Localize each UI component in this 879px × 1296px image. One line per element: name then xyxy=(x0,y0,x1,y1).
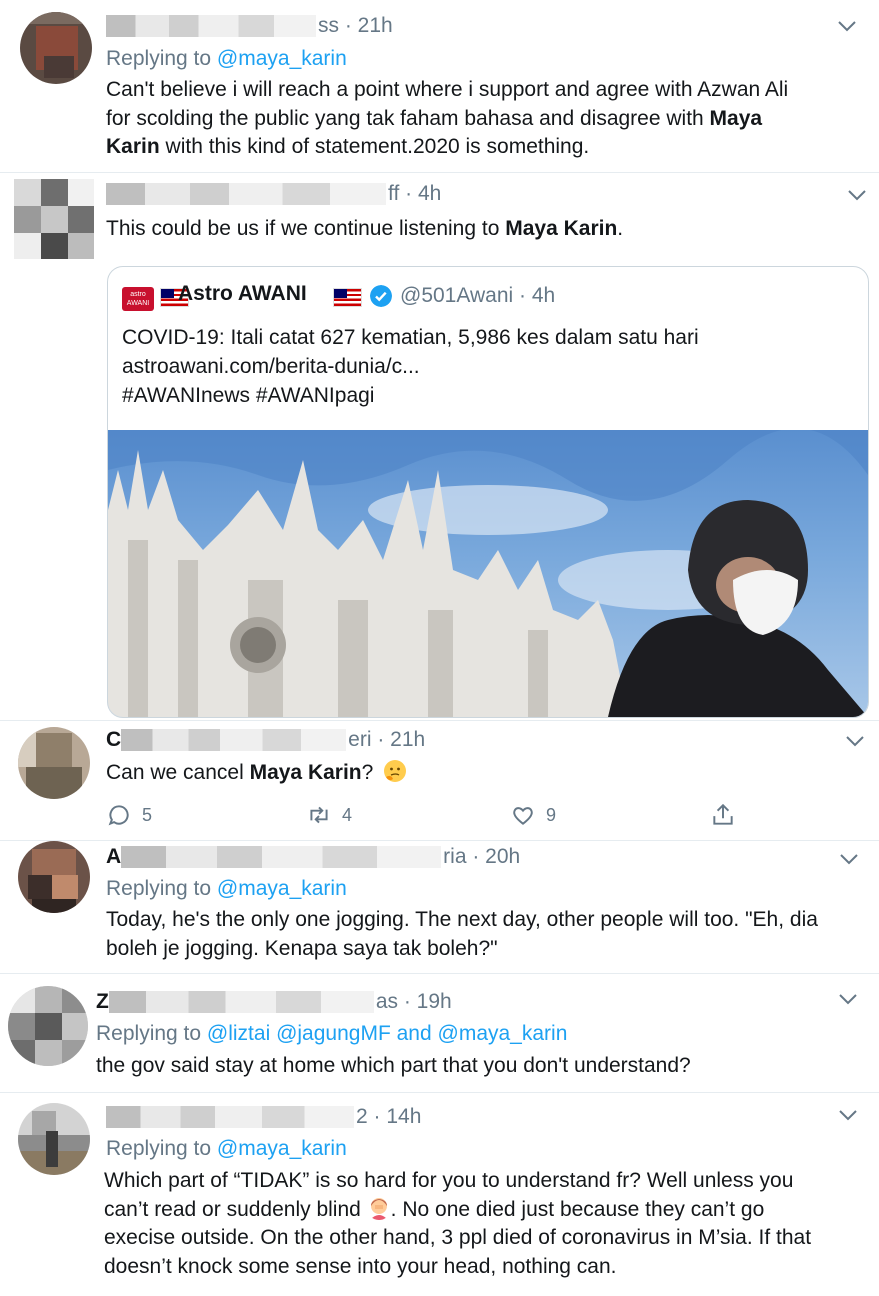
and-more-link[interactable]: and xyxy=(397,1022,432,1045)
mention-link[interactable]: @liztai xyxy=(207,1022,270,1045)
author-line: Zas · 19h xyxy=(96,990,452,1014)
mention-link[interactable]: @maya_karin xyxy=(217,47,347,70)
avatar[interactable] xyxy=(18,841,90,913)
like-button[interactable]: 9 xyxy=(510,800,556,830)
author-line: Ceri · 21h xyxy=(106,728,426,752)
chevron-down-icon[interactable] xyxy=(836,1103,860,1127)
avatar[interactable] xyxy=(18,727,90,799)
tweet-6[interactable]: 2 · 14h Replying to @maya_karin Which pa… xyxy=(0,1093,879,1296)
replying-to: Replying to @maya_karin xyxy=(106,47,347,70)
mention-link[interactable]: @maya_karin xyxy=(438,1022,568,1045)
verified-badge-icon xyxy=(370,285,392,307)
cathedral-masked-man-image xyxy=(108,430,868,717)
reply-icon xyxy=(108,805,129,826)
mention-link[interactable]: @maya_karin xyxy=(217,1137,347,1160)
quoted-link[interactable]: astroawani.com/berita-dunia/c... xyxy=(122,352,699,381)
timestamp[interactable]: · 21h xyxy=(377,728,425,751)
thinking-face-emoji xyxy=(384,760,407,782)
news-photo[interactable] xyxy=(108,430,868,717)
retweet-count: 4 xyxy=(342,804,353,825)
replying-to: Replying to @maya_karin xyxy=(106,1137,347,1160)
author-line: 2 · 14h xyxy=(106,1105,421,1129)
timestamp[interactable]: · 19h xyxy=(404,990,452,1013)
chevron-down-icon[interactable] xyxy=(843,729,867,753)
quoted-author-name: Astro AWANI xyxy=(178,282,307,305)
retweet-icon xyxy=(310,806,328,824)
timestamp[interactable]: · 4h xyxy=(405,182,441,205)
avatar[interactable] xyxy=(20,12,92,84)
tweet-1[interactable]: ss · 21h Replying to @maya_karin Can't b… xyxy=(0,0,879,172)
share-button[interactable] xyxy=(710,800,736,830)
avatar[interactable] xyxy=(8,986,88,1066)
author-line: Aria · 20h xyxy=(106,845,521,869)
mention-link[interactable]: @jagungMF xyxy=(276,1022,391,1045)
replying-to: Replying to @maya_karin xyxy=(106,877,347,900)
tweet-text: Today, he's the only one jogging. The ne… xyxy=(106,908,818,960)
quoted-text: COVID-19: Itali catat 627 kematian, 5,98… xyxy=(122,323,699,410)
avatar[interactable] xyxy=(18,1103,90,1175)
redacted-name xyxy=(121,729,347,752)
avatar[interactable] xyxy=(14,179,94,259)
reply-button[interactable]: 5 xyxy=(106,800,152,830)
tweet-5[interactable]: Zas · 19h Replying to @liztai @jagungMF … xyxy=(0,974,879,1092)
heart-icon xyxy=(513,807,533,825)
person-facepalming-emoji xyxy=(369,1197,388,1220)
tweet-actions: 5 4 9 xyxy=(0,800,879,830)
chevron-down-icon[interactable] xyxy=(837,847,861,871)
tweet-text: Which part of “TIDAK” is so hard for you… xyxy=(104,1169,812,1278)
quoted-hashtags[interactable]: #AWANInews #AWANIpagi xyxy=(122,381,699,410)
author-line: ss · 21h xyxy=(106,14,393,38)
share-icon xyxy=(713,803,733,825)
quoted-tweet[interactable]: astro AWANI Astro AWANI @501Awani · 4h CO… xyxy=(107,266,869,718)
quoted-handle: @501Awani · 4h xyxy=(400,284,556,307)
chevron-down-icon[interactable] xyxy=(835,14,859,38)
author-line: ff · 4h xyxy=(106,182,441,206)
reply-count: 5 xyxy=(142,804,153,825)
tweet-text: Can't believe i will reach a point where… xyxy=(106,78,789,158)
tweet-text: Can we cancel Maya Karin? xyxy=(106,759,407,788)
replying-to: Replying to @liztai @jagungMF and @maya_… xyxy=(96,1022,568,1045)
redacted-name xyxy=(121,846,442,869)
retweet-button[interactable]: 4 xyxy=(306,800,352,830)
timestamp[interactable]: · 21h xyxy=(345,14,393,37)
malaysia-flag-icon xyxy=(333,288,362,307)
like-count: 9 xyxy=(546,804,557,825)
tweet-text: the gov said stay at home which part tha… xyxy=(96,1054,691,1077)
timestamp[interactable]: · 20h xyxy=(472,845,520,868)
timestamp[interactable]: · 14h xyxy=(374,1105,422,1128)
astro-awani-logo: astro AWANI xyxy=(122,287,154,311)
tweet-text: This could be us if we continue listenin… xyxy=(106,217,624,240)
chevron-down-icon[interactable] xyxy=(845,183,869,207)
redacted-name xyxy=(106,15,316,38)
chevron-down-icon[interactable] xyxy=(836,987,860,1011)
tweet-4[interactable]: Aria · 20h Replying to @maya_karin Today… xyxy=(0,841,879,973)
redacted-name xyxy=(106,183,386,206)
redacted-name xyxy=(108,991,374,1014)
redacted-name xyxy=(106,1106,354,1129)
mention-link[interactable]: @maya_karin xyxy=(217,877,347,900)
